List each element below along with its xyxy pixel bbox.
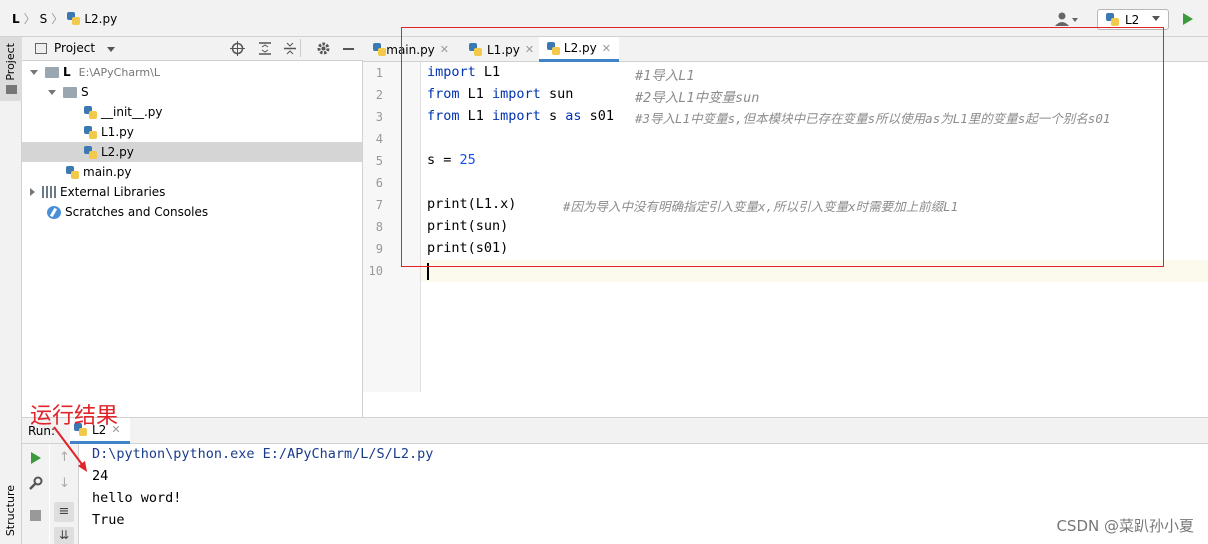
collapse-all-icon[interactable] — [283, 41, 297, 56]
line-number: 5 — [375, 154, 383, 168]
run-console[interactable]: D:\python\python.exe E:/APyCharm/L/S/L2.… — [0, 444, 1208, 544]
run-button[interactable] — [1183, 13, 1193, 25]
tree-item-label: __init__.py — [101, 105, 163, 119]
tree-item-label: L1.py — [101, 125, 134, 139]
console-line: hello word! — [92, 490, 182, 506]
python-file-icon — [373, 43, 387, 56]
locate-file-icon[interactable] — [230, 41, 245, 56]
minimize-icon[interactable] — [343, 48, 354, 50]
run-panel-header: Run: L2 ✕ — [22, 417, 1208, 444]
console-line: 24 — [92, 468, 109, 484]
tree-item-label: S — [81, 85, 89, 99]
run-configuration-label: L2 — [1125, 12, 1140, 27]
chevron-down-icon — [30, 69, 38, 75]
watermark: CSDN @菜趴孙小夏 — [1056, 517, 1194, 535]
annotation-label: 运行结果 — [30, 404, 119, 429]
project-panel-header: Project — [22, 37, 363, 61]
breadcrumb-separator-icon: 〉 — [51, 12, 64, 26]
tree-item-path: E:\APyCharm\L — [78, 65, 160, 79]
line-number: 3 — [375, 110, 383, 124]
line-number: 9 — [375, 242, 383, 256]
tree-item-l2[interactable]: L2.py — [22, 142, 362, 162]
library-icon — [42, 186, 56, 198]
toolbar-divider — [300, 39, 301, 57]
tree-item-label: L2.py — [101, 145, 134, 159]
python-file-icon — [84, 105, 97, 119]
folder-icon — [45, 66, 59, 78]
chevron-down-icon — [1152, 16, 1160, 21]
chevron-right-icon — [30, 188, 35, 196]
gear-icon[interactable] — [316, 41, 331, 56]
line-number: 7 — [375, 198, 383, 212]
line-number: 1 — [375, 66, 383, 80]
project-panel-title[interactable]: Project — [54, 41, 95, 55]
chevron-down-icon[interactable] — [107, 47, 115, 52]
breadcrumb-file[interactable]: L2.py — [84, 12, 117, 26]
user-icon[interactable] — [1055, 12, 1079, 26]
tree-item-label: main.py — [83, 165, 132, 179]
project-view-icon — [35, 43, 47, 54]
tree-item-scratches[interactable]: Scratches and Consoles — [22, 202, 362, 222]
tree-item-folder-s[interactable]: S — [22, 82, 362, 102]
python-icon — [1106, 13, 1119, 26]
tree-item-label: External Libraries — [60, 185, 166, 199]
line-number: 8 — [375, 220, 383, 234]
console-line: True — [92, 512, 125, 528]
breadcrumb-separator-icon: 〉 — [23, 12, 36, 26]
chevron-down-icon — [48, 89, 56, 95]
python-file-icon — [84, 125, 97, 139]
python-file-icon — [66, 165, 79, 179]
python-file-icon — [84, 145, 97, 159]
tree-item-l1[interactable]: L1.py — [22, 122, 362, 142]
line-number: 2 — [375, 88, 383, 102]
breadcrumb-folder[interactable]: S — [40, 12, 48, 26]
tree-item-main[interactable]: main.py — [22, 162, 362, 182]
tree-item-external-libraries[interactable]: External Libraries — [22, 182, 362, 202]
breadcrumb-root[interactable]: L — [12, 12, 20, 26]
project-tool-tab[interactable]: Project — [0, 37, 22, 101]
project-tool-tab-label: Project — [4, 43, 17, 81]
folder-icon — [6, 85, 17, 94]
highlight-box — [401, 27, 1164, 267]
line-number: 6 — [375, 176, 383, 190]
package-icon — [63, 86, 77, 98]
scratches-icon — [47, 205, 61, 219]
line-number: 4 — [375, 132, 383, 146]
expand-all-icon[interactable] — [258, 41, 272, 56]
project-panel: Project L E:\APyCharm\L S __init__.py L1… — [22, 37, 363, 417]
tree-item-label: Scratches and Consoles — [65, 205, 209, 219]
tree-item-label: L — [63, 65, 71, 79]
breadcrumb: L 〉 S 〉 L2.py — [12, 10, 117, 27]
python-file-icon — [67, 12, 81, 25]
line-number: 10 — [368, 264, 383, 278]
tree-item-root[interactable]: L E:\APyCharm\L — [22, 62, 362, 82]
console-line: D:\python\python.exe E:/APyCharm/L/S/L2.… — [92, 446, 434, 462]
tree-item-init[interactable]: __init__.py — [22, 102, 362, 122]
